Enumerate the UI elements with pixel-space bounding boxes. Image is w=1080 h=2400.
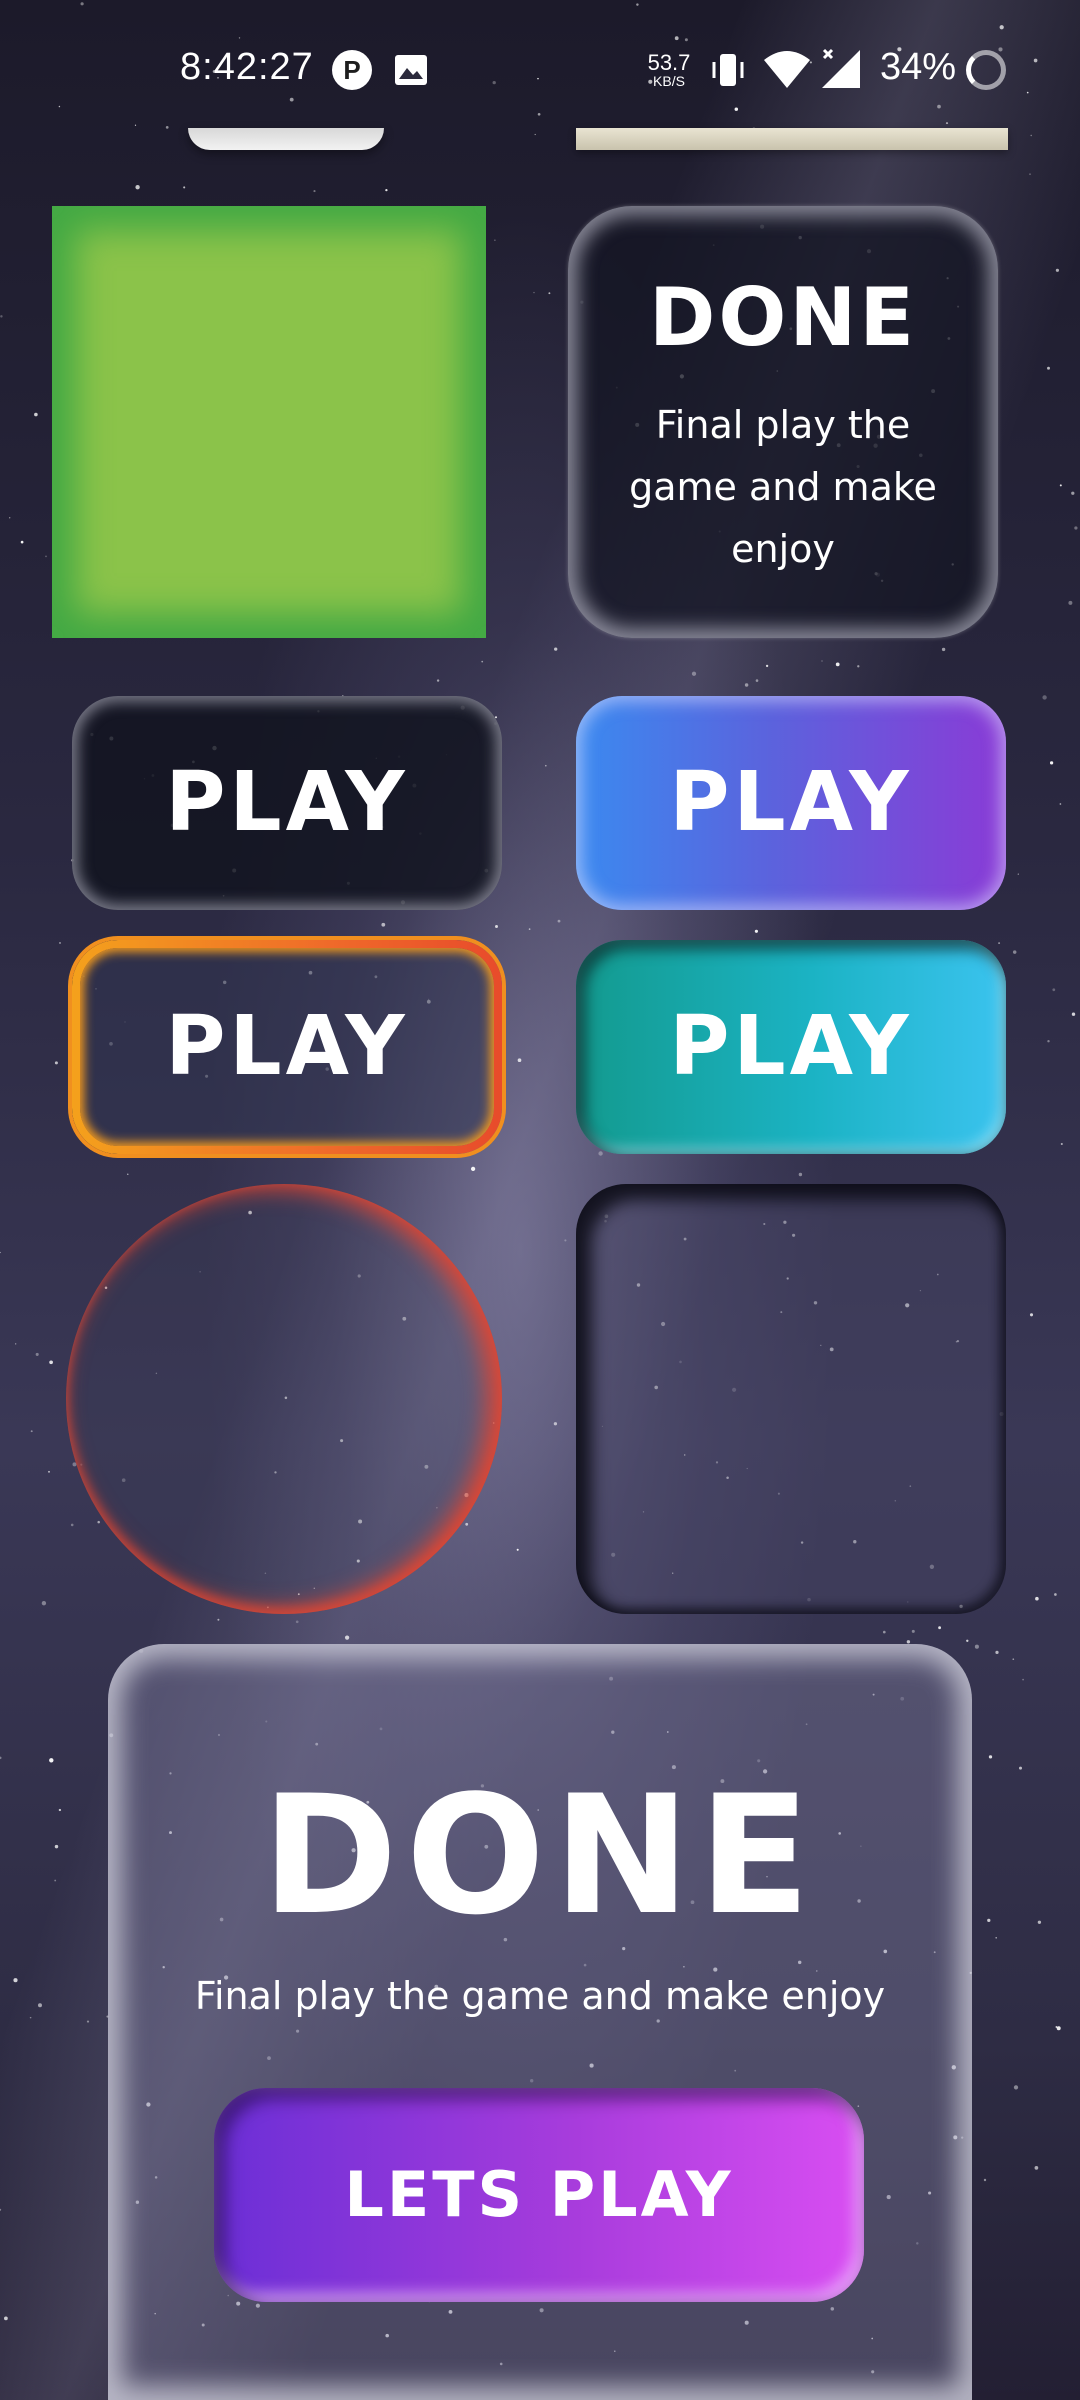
status-bar: 8:42:27 P 53.7 KB/S 34% bbox=[0, 0, 1080, 140]
battery-percent: 34% bbox=[880, 46, 957, 88]
battery-ring-icon bbox=[966, 50, 1006, 90]
top-arc-shape bbox=[188, 128, 384, 150]
cell-signal-icon bbox=[820, 48, 864, 94]
gallery-icon bbox=[394, 54, 428, 90]
done-card-small-title: DONE bbox=[648, 271, 917, 364]
done-card-small-description: Final play the game and make enjoy bbox=[629, 403, 937, 571]
inset-dark-square bbox=[576, 1184, 1006, 1614]
play-button-purple[interactable]: PLAY bbox=[576, 696, 1006, 910]
vibrate-icon bbox=[708, 50, 748, 94]
done-card-large-title: DONE bbox=[261, 1760, 819, 1951]
net-speed-indicator: 53.7 KB/S bbox=[644, 50, 694, 89]
play-button-orange-label: PLAY bbox=[165, 999, 409, 1094]
play-button-dark[interactable]: PLAY bbox=[72, 696, 502, 910]
play-button-orange[interactable]: PLAY bbox=[72, 940, 502, 1154]
green-square-tile bbox=[52, 206, 486, 638]
play-button-teal[interactable]: PLAY bbox=[576, 940, 1006, 1154]
done-card-large-description: Final play the game and make enjoy bbox=[194, 1974, 886, 2018]
status-time: 8:42:27 bbox=[180, 46, 314, 88]
red-glow-ring bbox=[66, 1184, 502, 1614]
done-card-small: DONE Final play the game and make enjoy bbox=[568, 206, 998, 638]
lets-play-button[interactable]: LETS PLAY bbox=[214, 2088, 864, 2302]
wifi-icon bbox=[762, 50, 812, 94]
app-notification-icon: P bbox=[332, 50, 372, 90]
net-speed-unit: KB/S bbox=[653, 73, 685, 89]
top-bar-shape bbox=[576, 128, 1008, 150]
done-card-large: DONE Final play the game and make enjoy … bbox=[108, 1644, 972, 2400]
net-speed-value: 53.7 bbox=[647, 50, 691, 75]
